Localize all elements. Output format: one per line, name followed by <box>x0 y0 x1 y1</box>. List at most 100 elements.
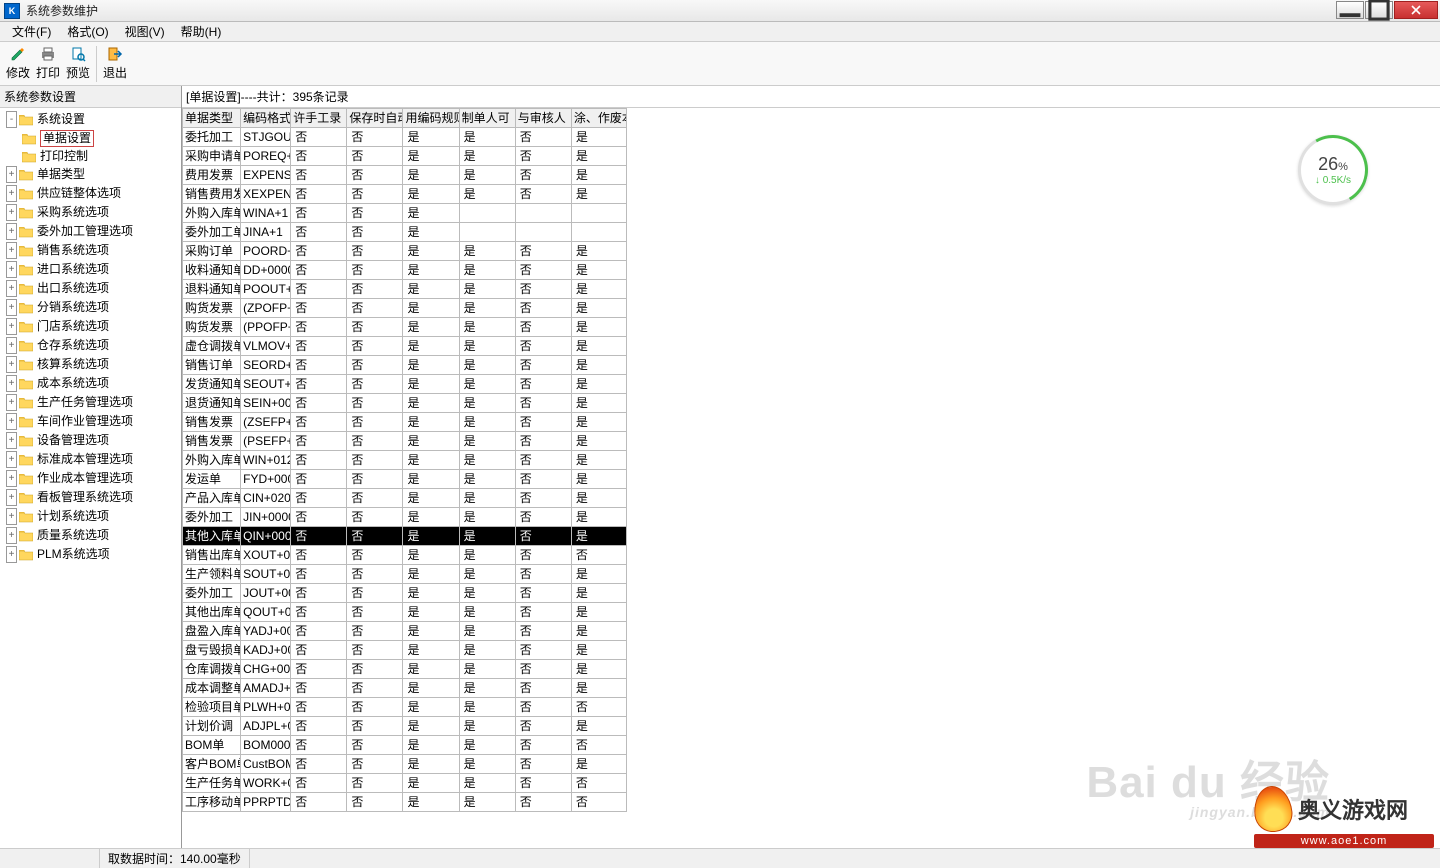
expand-icon[interactable]: + <box>6 432 17 449</box>
table-row[interactable]: 其他入库单QIN+00004否否是是否是 <box>183 527 627 546</box>
expand-icon[interactable]: + <box>6 527 17 544</box>
menu-item-1[interactable]: 格式(O) <box>59 21 116 42</box>
table-row[interactable]: 委外加工单JINA+1否否是 <box>183 223 627 242</box>
expand-icon[interactable]: + <box>6 489 17 506</box>
table-row[interactable]: 产品入库单CIN+02049否否是是否是 <box>183 489 627 508</box>
expand-icon[interactable]: + <box>6 337 17 354</box>
close-button[interactable] <box>1394 1 1438 19</box>
tree-node-3[interactable]: +单据类型 <box>0 165 181 184</box>
col-header-0[interactable]: 单据类型 <box>183 109 241 128</box>
expand-icon[interactable]: - <box>6 111 17 128</box>
expand-icon[interactable]: + <box>6 356 17 373</box>
tree-node-5[interactable]: +采购系统选项 <box>0 203 181 222</box>
tree-node-9[interactable]: +出口系统选项 <box>0 279 181 298</box>
table-row[interactable]: 委外加工JIN+00000否否是是否是 <box>183 508 627 527</box>
table-row[interactable]: 购货发票(PPOFP+003否否是是否是 <box>183 318 627 337</box>
table-row[interactable]: 采购申请单POREQ+000否否是是否是 <box>183 147 627 166</box>
table-row[interactable]: 销售发票(ZSEFP+000否否是是否是 <box>183 413 627 432</box>
expand-icon[interactable]: + <box>6 451 17 468</box>
table-row[interactable]: 销售出库单XOUT+0165否否是是否否 <box>183 546 627 565</box>
menu-item-0[interactable]: 文件(F) <box>4 21 59 42</box>
expand-icon[interactable]: + <box>6 413 17 430</box>
expand-icon[interactable]: + <box>6 242 17 259</box>
expand-icon[interactable]: + <box>6 299 17 316</box>
maximize-button[interactable] <box>1365 1 1393 19</box>
tree-node-15[interactable]: +生产任务管理选项 <box>0 393 181 412</box>
toolbar-edit-button[interactable]: 修改 <box>4 44 32 83</box>
tree-node-19[interactable]: +作业成本管理选项 <box>0 469 181 488</box>
expand-icon[interactable]: + <box>6 546 17 563</box>
expand-icon[interactable]: + <box>6 375 17 392</box>
expand-icon[interactable]: + <box>6 185 17 202</box>
table-row[interactable]: 工序移动单PPRPTD+00否否是是否否 <box>183 793 627 812</box>
col-header-5[interactable]: 制单人可 <box>459 109 515 128</box>
table-row[interactable]: 费用发票EXPENSE+0否否是是否是 <box>183 166 627 185</box>
table-row[interactable]: 客户BOM单CustBOM+0否否是是否是 <box>183 755 627 774</box>
tree-node-22[interactable]: +质量系统选项 <box>0 526 181 545</box>
table-row[interactable]: 成本调整单AMADJ+000否否是是否是 <box>183 679 627 698</box>
tree-node-10[interactable]: +分销系统选项 <box>0 298 181 317</box>
minimize-button[interactable] <box>1336 1 1364 19</box>
col-header-2[interactable]: 许手工录 <box>291 109 347 128</box>
table-row[interactable]: 委外加工JOUT+0000否否是是否是 <box>183 584 627 603</box>
table-row[interactable]: 其他出库单QOUT+0000否否是是否是 <box>183 603 627 622</box>
tree-node-20[interactable]: +看板管理系统选项 <box>0 488 181 507</box>
table-row[interactable]: 采购订单POORD+001否否是是否是 <box>183 242 627 261</box>
toolbar-preview-button[interactable]: 预览 <box>64 44 92 83</box>
table-row[interactable]: 检验项目单PLWH+0000否否是是否否 <box>183 698 627 717</box>
table-row[interactable]: 销售发票(PSEFP+018否否是是否是 <box>183 432 627 451</box>
tree-node-17[interactable]: +设备管理选项 <box>0 431 181 450</box>
tree-node-7[interactable]: +销售系统选项 <box>0 241 181 260</box>
tree-node-13[interactable]: +核算系统选项 <box>0 355 181 374</box>
table-row[interactable]: 盘盈入库单YADJ+0000否否是是否是 <box>183 622 627 641</box>
table-row[interactable]: 退货通知单SEIN+0000否否是是否是 <box>183 394 627 413</box>
table-row[interactable]: 生产领料单SOUT+0392否否是是否是 <box>183 565 627 584</box>
col-header-6[interactable]: 与审核人 <box>515 109 571 128</box>
table-row[interactable]: 外购入库单WIN+01237否否是是否是 <box>183 451 627 470</box>
table-row[interactable]: 销售费用发XEXPENSE+否否是是否是 <box>183 185 627 204</box>
table-row[interactable]: 购货发票(ZPOFP+000否否是是否是 <box>183 299 627 318</box>
expand-icon[interactable]: + <box>6 223 17 240</box>
tree-node-23[interactable]: +PLM系统选项 <box>0 545 181 564</box>
expand-icon[interactable]: + <box>6 280 17 297</box>
table-row[interactable]: 生产任务单WORK+0001否否是是否否 <box>183 774 627 793</box>
toolbar-print-button[interactable]: 打印 <box>34 44 62 83</box>
expand-icon[interactable]: + <box>6 318 17 335</box>
table-row[interactable]: 外购入库单WINA+1否否是 <box>183 204 627 223</box>
tree-node-0[interactable]: -系统设置 <box>0 110 181 129</box>
tree-node-11[interactable]: +门店系统选项 <box>0 317 181 336</box>
col-header-1[interactable]: 编码格式 <box>241 109 291 128</box>
tree-node-16[interactable]: +车间作业管理选项 <box>0 412 181 431</box>
expand-icon[interactable]: + <box>6 204 17 221</box>
tree-node-1[interactable]: 单据设置 <box>0 129 181 148</box>
tree-node-8[interactable]: +进口系统选项 <box>0 260 181 279</box>
tree-node-12[interactable]: +仓存系统选项 <box>0 336 181 355</box>
table-wrap[interactable]: 单据类型编码格式许手工录保存时自动用编码规则制单人可与审核人涂、作废本 委托加工… <box>182 108 1440 848</box>
table-row[interactable]: 收料通知单DD+000001否否是是否是 <box>183 261 627 280</box>
expand-icon[interactable]: + <box>6 166 17 183</box>
table-row[interactable]: 委托加工STJGOUT+0否否是是否是 <box>183 128 627 147</box>
toolbar-exit-button[interactable]: 退出 <box>101 44 129 83</box>
expand-icon[interactable]: + <box>6 261 17 278</box>
tree-node-2[interactable]: 打印控制 <box>0 148 181 165</box>
col-header-3[interactable]: 保存时自动 <box>347 109 403 128</box>
tree-node-6[interactable]: +委外加工管理选项 <box>0 222 181 241</box>
table-row[interactable]: 仓库调拨单CHG+00003否否是是否是 <box>183 660 627 679</box>
expand-icon[interactable]: + <box>6 470 17 487</box>
table-row[interactable]: 退料通知单POOUT+000否否是是否是 <box>183 280 627 299</box>
table-row[interactable]: 发货通知单SEOUT+000否否是是否是 <box>183 375 627 394</box>
col-header-4[interactable]: 用编码规则 <box>403 109 459 128</box>
expand-icon[interactable]: + <box>6 394 17 411</box>
table-row[interactable]: 计划价调ADJPL+000否否是是否是 <box>183 717 627 736</box>
col-header-7[interactable]: 涂、作废本 <box>571 109 626 128</box>
table-row[interactable]: 销售订单SEORD+000否否是是否是 <box>183 356 627 375</box>
table-row[interactable]: BOM单BOM000008否否是是否否 <box>183 736 627 755</box>
table-row[interactable]: 发运单FYD+00000否否是是否是 <box>183 470 627 489</box>
table-row[interactable]: 虚仓调拨单VLMOV+000否否是是否是 <box>183 337 627 356</box>
tree-node-21[interactable]: +计划系统选项 <box>0 507 181 526</box>
tree-node-14[interactable]: +成本系统选项 <box>0 374 181 393</box>
tree-node-18[interactable]: +标准成本管理选项 <box>0 450 181 469</box>
menu-item-2[interactable]: 视图(V) <box>117 21 173 42</box>
expand-icon[interactable]: + <box>6 508 17 525</box>
table-row[interactable]: 盘亏毁损单KADJ+0000否否是是否是 <box>183 641 627 660</box>
